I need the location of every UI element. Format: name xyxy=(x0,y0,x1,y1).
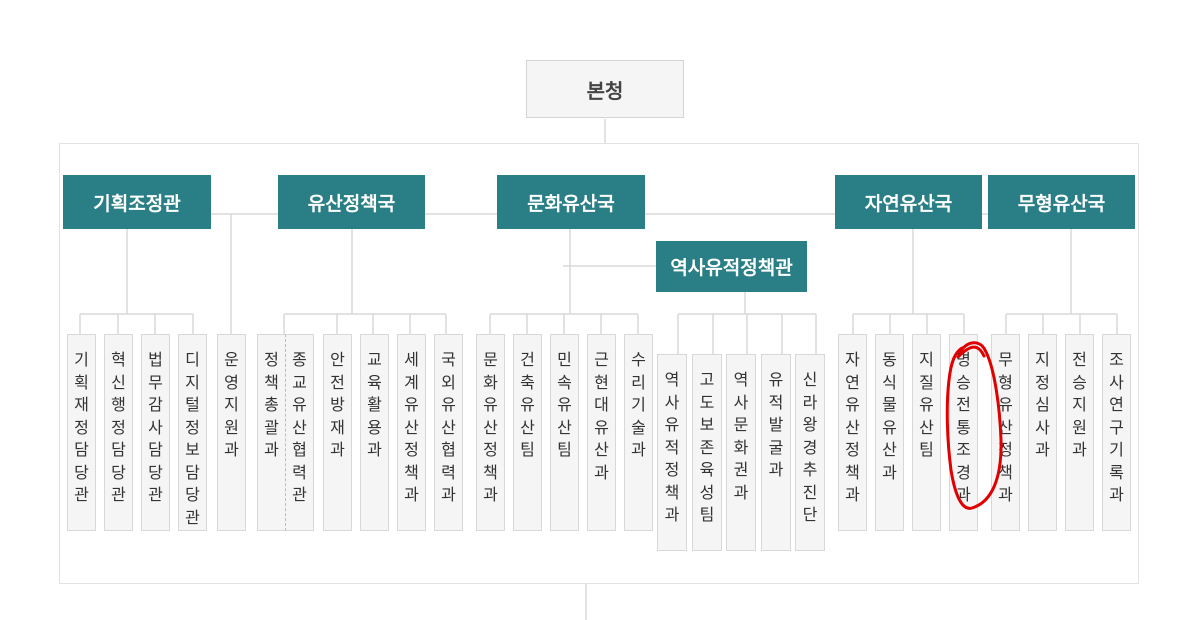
hand-drawn-circle-annotation xyxy=(945,341,1003,510)
